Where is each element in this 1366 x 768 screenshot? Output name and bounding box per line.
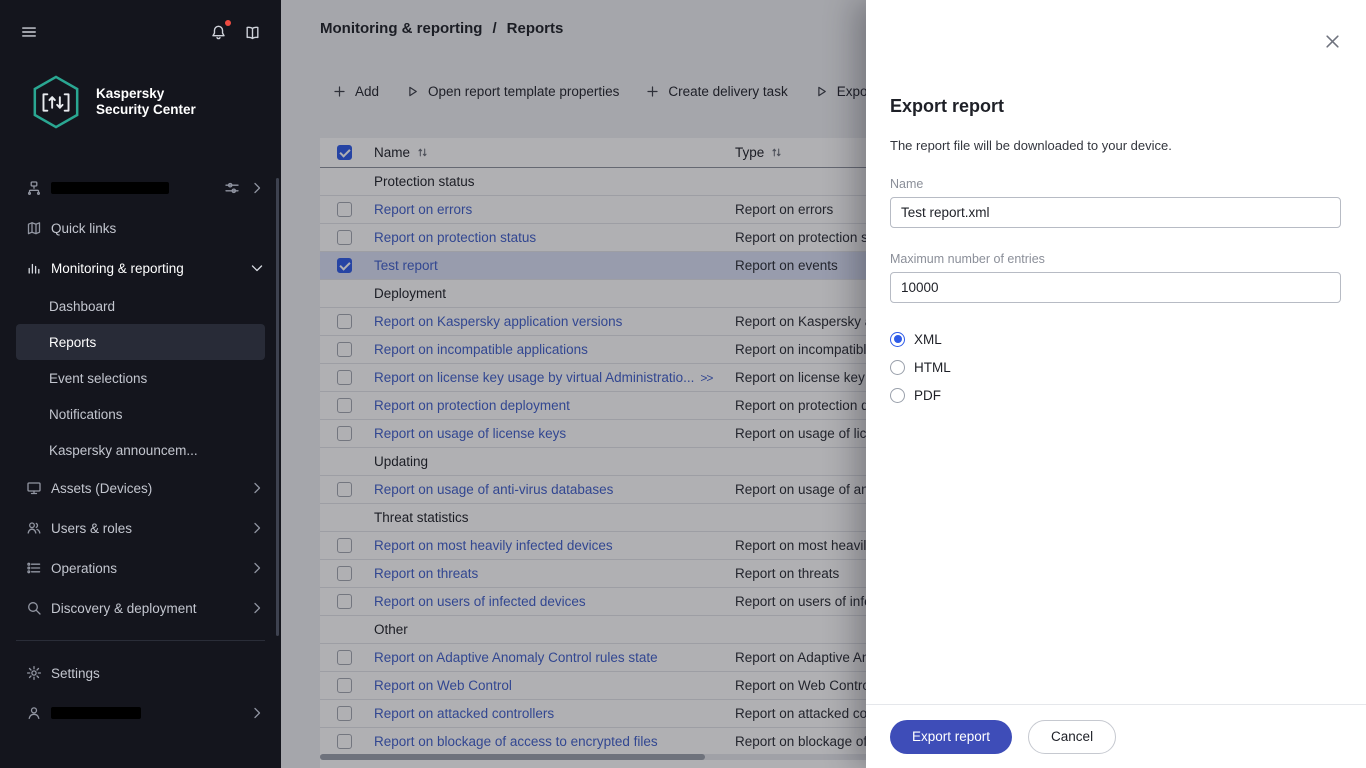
- format-radio-group: XML HTML PDF: [890, 325, 1341, 409]
- logo-hexagon-icon: [30, 74, 82, 130]
- max-entries-field[interactable]: [890, 272, 1341, 303]
- documentation-book-icon[interactable]: [244, 24, 261, 41]
- close-icon[interactable]: [1323, 32, 1342, 51]
- chevron-down-icon: [249, 260, 265, 276]
- sidebar-item-users-roles[interactable]: Users & roles: [0, 508, 281, 548]
- sidebar-subitem-notifications[interactable]: Notifications: [16, 396, 265, 432]
- chevron-right-icon: [249, 600, 265, 616]
- sidebar-item-quick-links[interactable]: Quick links: [0, 208, 281, 248]
- sidebar-subitem-label: Reports: [49, 335, 96, 350]
- format-option-pdf[interactable]: PDF: [890, 381, 1341, 409]
- sidebar-item-admin-server[interactable]: [0, 168, 281, 208]
- format-option-label: HTML: [914, 360, 951, 375]
- drawer-footer: Export report Cancel: [866, 704, 1366, 768]
- drawer-title: Export report: [890, 96, 1341, 117]
- name-field[interactable]: [890, 197, 1341, 228]
- notification-badge: [225, 20, 231, 26]
- sidebar-item-label: Settings: [51, 666, 100, 681]
- chevron-right-icon: [249, 705, 265, 721]
- sidebar-item-settings[interactable]: Settings: [0, 653, 281, 693]
- format-option-xml[interactable]: XML: [890, 325, 1341, 353]
- sidebar: Kaspersky Security Center Quick links Mon…: [0, 0, 281, 768]
- export-report-button[interactable]: Export report: [890, 720, 1012, 754]
- chevron-right-icon: [249, 560, 265, 576]
- sidebar-item-label: Discovery & deployment: [51, 601, 197, 616]
- sidebar-topbar: [0, 0, 281, 64]
- sidebar-subitem-label: Event selections: [49, 371, 147, 386]
- radio-button-icon[interactable]: [890, 388, 905, 403]
- name-field-label: Name: [890, 177, 1341, 191]
- sidebar-subitem-reports[interactable]: Reports: [16, 324, 265, 360]
- sidebar-item-assets[interactable]: Assets (Devices): [0, 468, 281, 508]
- export-report-drawer: Export report The report file will be do…: [866, 0, 1366, 768]
- radio-button-icon[interactable]: [890, 332, 905, 347]
- logo-text-line1: Kaspersky: [96, 86, 196, 102]
- monitor-icon: [26, 480, 42, 496]
- redacted-label: [51, 707, 141, 719]
- sidebar-subitem-label: Dashboard: [49, 299, 115, 314]
- format-option-html[interactable]: HTML: [890, 353, 1341, 381]
- notifications-bell-button[interactable]: [210, 24, 227, 41]
- chevron-right-icon: [249, 520, 265, 536]
- chart-icon: [26, 260, 42, 276]
- logo-text-line2: Security Center: [96, 102, 196, 118]
- sidebar-item-label: Assets (Devices): [51, 481, 152, 496]
- operations-icon: [26, 560, 42, 576]
- chevron-right-icon: [249, 180, 265, 196]
- sidebar-item-operations[interactable]: Operations: [0, 548, 281, 588]
- cancel-button[interactable]: Cancel: [1028, 720, 1116, 754]
- kaspersky-logo: Kaspersky Security Center: [0, 64, 281, 154]
- chevron-right-icon: [249, 480, 265, 496]
- sidebar-item-label: Operations: [51, 561, 117, 576]
- sidebar-menu: Quick links Monitoring & reporting Dashboa…: [0, 168, 281, 733]
- sidebar-subitem-kaspersky-announcements[interactable]: Kaspersky announcem...: [16, 432, 265, 468]
- sidebar-subitem-label: Kaspersky announcem...: [49, 443, 198, 458]
- format-option-label: XML: [914, 332, 942, 347]
- sidebar-item-account[interactable]: [0, 693, 281, 733]
- sliders-icon: [224, 180, 240, 196]
- sidebar-subitem-event-selections[interactable]: Event selections: [16, 360, 265, 396]
- sidebar-item-label: Users & roles: [51, 521, 132, 536]
- sidebar-scrollbar-thumb[interactable]: [276, 178, 279, 636]
- format-option-label: PDF: [914, 388, 941, 403]
- max-entries-field-label: Maximum number of entries: [890, 252, 1341, 266]
- hamburger-menu-icon[interactable]: [20, 23, 38, 41]
- sidebar-subitem-label: Notifications: [49, 407, 123, 422]
- radio-button-icon[interactable]: [890, 360, 905, 375]
- users-icon: [26, 520, 42, 536]
- sidebar-item-label: Monitoring & reporting: [51, 261, 184, 276]
- sidebar-subitem-dashboard[interactable]: Dashboard: [16, 288, 265, 324]
- person-icon: [26, 705, 42, 721]
- bell-icon: [210, 24, 227, 41]
- sidebar-item-monitoring-reporting[interactable]: Monitoring & reporting: [0, 248, 281, 288]
- topbar-icons: [210, 24, 261, 41]
- map-icon: [26, 220, 42, 236]
- sidebar-item-label: Quick links: [51, 221, 116, 236]
- sidebar-divider: [16, 640, 265, 641]
- gear-icon: [26, 665, 42, 681]
- drawer-description: The report file will be downloaded to yo…: [890, 138, 1341, 153]
- sidebar-item-discovery-deployment[interactable]: Discovery & deployment: [0, 588, 281, 628]
- search-icon: [26, 600, 42, 616]
- redacted-label: [51, 182, 169, 194]
- hierarchy-icon: [26, 180, 42, 196]
